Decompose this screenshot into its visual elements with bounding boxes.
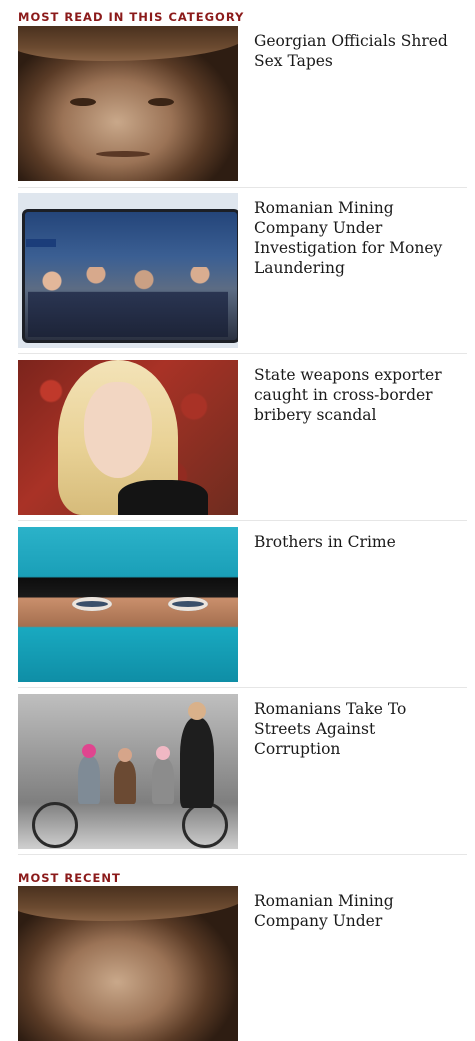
recent-article-item-1[interactable]: Romanian Mining Company Under (18, 886, 467, 1041)
divider (18, 187, 467, 188)
article-headline[interactable]: Brothers in Crime (254, 532, 454, 682)
article-headline[interactable]: Romanian Mining Company Under (254, 891, 454, 1041)
divider (18, 687, 467, 688)
article-headline[interactable]: Romanian Mining Company Under Investigat… (254, 198, 454, 348)
article-thumbnail[interactable] (18, 527, 238, 682)
divider (18, 520, 467, 521)
article-thumbnail[interactable] (18, 886, 238, 1041)
article-headline[interactable]: Georgian Officials Shred Sex Tapes (254, 31, 454, 181)
article-headline[interactable]: Romanians Take To Streets Against Corrup… (254, 699, 454, 849)
article-thumbnail[interactable] (18, 26, 238, 181)
article-item-2[interactable]: Romanian Mining Company Under Investigat… (18, 193, 467, 348)
most-recent-heading: MOST RECENT (18, 871, 121, 885)
article-headline[interactable]: State weapons exporter caught in cross-b… (254, 365, 454, 515)
article-thumbnail[interactable] (18, 360, 238, 515)
article-thumbnail[interactable] (18, 694, 238, 849)
article-item-1[interactable]: Georgian Officials Shred Sex Tapes (18, 26, 467, 181)
most-read-heading: MOST READ IN THIS CATEGORY (18, 10, 245, 24)
article-thumbnail[interactable] (18, 193, 238, 348)
divider (18, 854, 467, 855)
divider (18, 353, 467, 354)
article-item-3[interactable]: State weapons exporter caught in cross-b… (18, 360, 467, 515)
article-item-5[interactable]: Romanians Take To Streets Against Corrup… (18, 694, 467, 849)
article-item-4[interactable]: Brothers in Crime (18, 527, 467, 682)
